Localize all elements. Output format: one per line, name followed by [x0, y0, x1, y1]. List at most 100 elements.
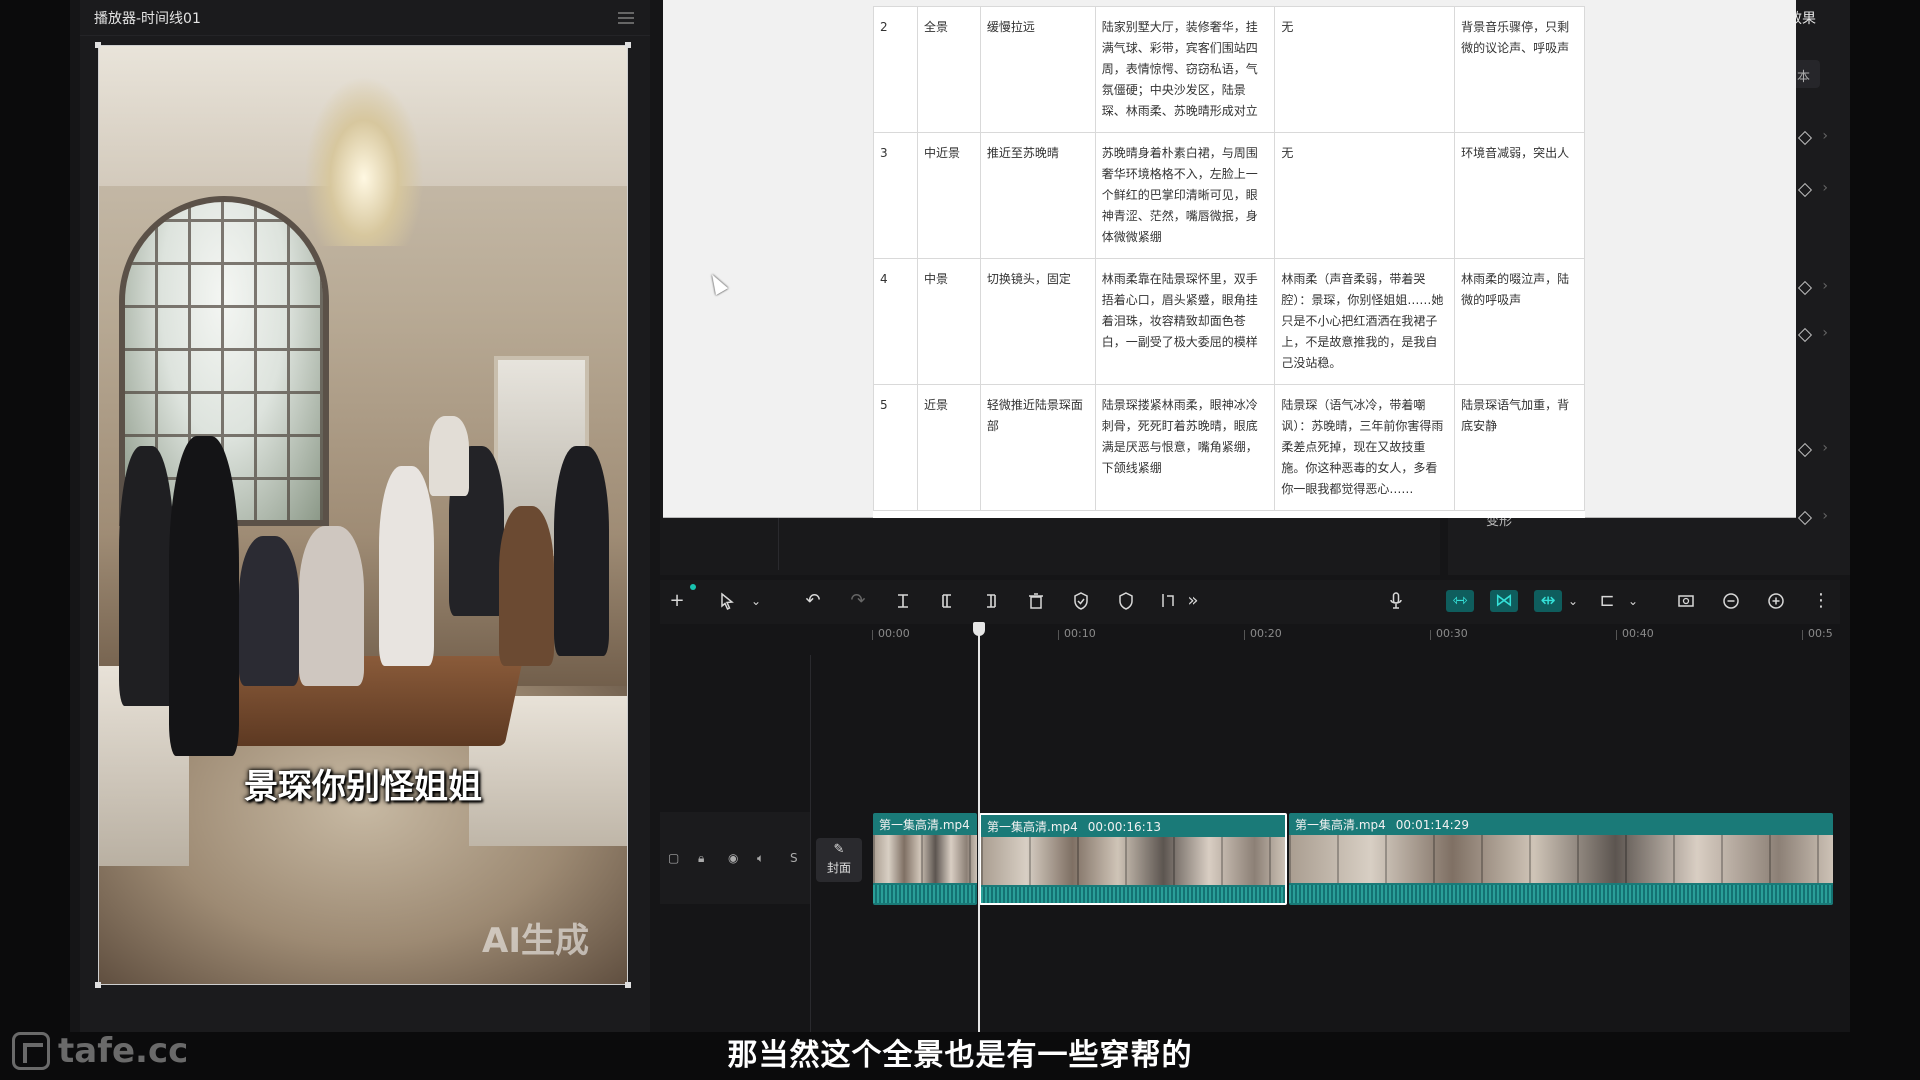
- keyframe-icon[interactable]: [1797, 280, 1813, 296]
- split-left-icon[interactable]: [936, 590, 958, 612]
- solo-button[interactable]: S: [790, 851, 798, 865]
- ruler-label: 00:30: [1436, 627, 1468, 640]
- shot-cell: 环境音减弱，突出人: [1454, 132, 1585, 259]
- chevron-down-icon[interactable]: ⌄: [745, 590, 767, 612]
- shot-cell: 4: [873, 258, 918, 385]
- microphone-icon[interactable]: [1385, 590, 1407, 612]
- shot-cell: 近景: [916, 384, 981, 511]
- shot-cell: 中近景: [916, 132, 981, 259]
- track-divider: [810, 655, 811, 1032]
- select-tool-icon[interactable]: [716, 590, 738, 612]
- chevron-down-icon[interactable]: ⌄: [1622, 590, 1644, 612]
- pencil-icon: ✎: [833, 842, 845, 857]
- cover-label: 封面: [826, 861, 851, 875]
- screenshot-icon[interactable]: [1675, 590, 1697, 612]
- shot-cell: 林雨柔的啜泣声，陆微的呼吸声: [1454, 258, 1585, 385]
- video-clip-selected[interactable]: 第一集高清.mp4 00:00:16:13: [979, 813, 1287, 905]
- shield-icon[interactable]: [1115, 590, 1137, 612]
- delete-icon[interactable]: [1025, 590, 1047, 612]
- redo-icon[interactable]: ↷: [847, 590, 869, 612]
- ruler-tick: [1244, 630, 1245, 640]
- linkage-icon[interactable]: ⋈: [1490, 590, 1518, 612]
- shot-cell: 背景音乐骤停，只剩微的议论声、呼吸声: [1454, 6, 1585, 133]
- video-frame: [99, 46, 627, 984]
- shot-cell: 3: [873, 132, 918, 259]
- clip-label: 第一集高清.mp4: [879, 818, 970, 832]
- zoom-in-icon[interactable]: [1765, 590, 1787, 612]
- crop-handle[interactable]: [625, 42, 631, 48]
- keyframe-icon[interactable]: [1797, 442, 1813, 458]
- document-window: 2 全景 缓慢拉远 陆家别墅大厅，装修奢华，挂满气球、彩带，宾客们围站四周，表情惊愕、…: [663, 0, 1796, 518]
- shot-cell: 中景: [916, 258, 981, 385]
- shot-cell: 5: [873, 384, 918, 511]
- chevron-right-icon[interactable]: ›: [1822, 278, 1828, 294]
- ruler-label: 00:40: [1622, 627, 1654, 640]
- clip-label: 第一集高清.mp4 00:01:14:29: [1295, 818, 1469, 832]
- keyframe-icon[interactable]: [1797, 510, 1813, 526]
- player-header: 播放器-时间线01: [80, 0, 650, 36]
- shot-cell: 陆家别墅大厅，装修奢华，挂满气球、彩带，宾客们围站四周，表情惊愕、窃窃私语，气氛…: [1094, 6, 1276, 133]
- eye-icon[interactable]: ◉: [728, 851, 738, 865]
- ruler-tick: [1616, 630, 1617, 640]
- video-clip[interactable]: 第一集高清.mp4: [873, 813, 977, 905]
- volume-icon[interactable]: 🔈︎: [757, 851, 764, 866]
- shot-cell: 推近至苏晚晴: [979, 132, 1096, 259]
- logo-icon: [12, 1032, 50, 1070]
- chevron-right-icon[interactable]: ›: [1822, 128, 1828, 144]
- shot-row: 3 中近景 推近至苏晚晴 苏晚晴身着朴素白裙，与周围奢华环境格格不入，左脸上一个鲜红的…: [873, 132, 1585, 259]
- undo-icon[interactable]: ↶: [802, 590, 824, 612]
- crop-handle[interactable]: [625, 982, 631, 988]
- shot-cell: 苏晚晴身着朴素白裙，与周围奢华环境格格不入，左脸上一个鲜红的巴掌印清晰可见，眼神…: [1094, 132, 1276, 259]
- shield-check-icon[interactable]: [1070, 590, 1092, 612]
- more-tools-icon[interactable]: »: [1182, 590, 1204, 612]
- track-link-icon[interactable]: ⊏: [1596, 590, 1618, 612]
- shot-list-document: 2 全景 缓慢拉远 陆家别墅大厅，装修奢华，挂满气球、彩带，宾客们围站四周，表情惊愕、…: [873, 6, 1585, 518]
- crop-handle[interactable]: [95, 42, 101, 48]
- menu-icon[interactable]: [618, 11, 634, 24]
- add-icon[interactable]: +: [666, 590, 688, 612]
- lock-icon[interactable]: 🔒︎: [698, 851, 704, 866]
- split-icon[interactable]: [892, 590, 914, 612]
- shot-cell: 林雨柔靠在陆景琛怀里，双手捂着心口，眉头紧蹙，眼角挂着泪珠，妆容精致却面色苍白，…: [1094, 258, 1276, 385]
- ruler-label: 00:00: [878, 627, 910, 640]
- split-right-icon[interactable]: [980, 590, 1002, 612]
- video-caption: 那当然这个全景也是有一些穿帮的: [727, 1038, 1193, 1073]
- chevron-down-icon[interactable]: ⌄: [1562, 590, 1584, 612]
- shot-row: 5 近景 轻微推近陆景琛面部 陆景琛搂紧林雨柔，眼神冰冷刺骨，死死盯着苏晚晴，眼底满是…: [873, 384, 1585, 511]
- shot-cell: 陆景琛（语气冰冷，带着嘲讽）：苏晚晴，三年前你害得雨柔差点死掉，现在又故技重施。…: [1274, 384, 1456, 511]
- shot-cell: 缓慢拉远: [979, 6, 1096, 133]
- status-dot: [690, 584, 696, 590]
- video-preview[interactable]: 景琛你别怪姐姐 AI生成: [98, 45, 628, 985]
- shot-cell: 轻微推近陆景琛面部: [979, 384, 1096, 511]
- brand-name: tafe.cc: [58, 1031, 189, 1071]
- player-panel: 播放器-时间线01 景琛你别怪姐姐 AI生成: [80, 0, 650, 1032]
- chevron-right-icon[interactable]: ›: [1822, 440, 1828, 456]
- zoom-out-icon[interactable]: [1720, 590, 1742, 612]
- shot-cell: 全景: [916, 6, 981, 133]
- video-subtitle: 景琛你别怪姐姐: [244, 767, 482, 807]
- shot-cell: 陆景琛语气加重，背底安静: [1454, 384, 1585, 511]
- ruler-label: 00:5: [1808, 627, 1833, 640]
- chevron-right-icon[interactable]: ›: [1822, 325, 1828, 341]
- track-toggle-icon[interactable]: ▢: [668, 851, 679, 865]
- keyframe-icon[interactable]: [1797, 327, 1813, 343]
- magnet-snap-icon[interactable]: ⇿: [1446, 590, 1474, 612]
- ruler-tick: [1430, 630, 1431, 640]
- crop-handle[interactable]: [95, 982, 101, 988]
- chevron-right-icon[interactable]: ›: [1822, 508, 1828, 524]
- crop-icon[interactable]: [1157, 590, 1179, 612]
- video-clip[interactable]: 第一集高清.mp4 00:01:14:29: [1289, 813, 1833, 905]
- ruler-tick: [1802, 630, 1803, 640]
- ai-watermark: AI生成: [482, 921, 589, 961]
- playhead[interactable]: [978, 622, 980, 1032]
- keyframe-icon[interactable]: [1797, 182, 1813, 198]
- player-title: 播放器-时间线01: [94, 10, 201, 27]
- ruler-label: 00:10: [1064, 627, 1096, 640]
- clip-label: 第一集高清.mp4 00:00:16:13: [987, 820, 1161, 834]
- preview-axis-icon[interactable]: ⇹: [1534, 590, 1562, 612]
- playhead-handle[interactable]: [973, 622, 985, 636]
- more-options-icon[interactable]: ⋮: [1810, 590, 1832, 612]
- cover-button[interactable]: ✎ 封面: [816, 838, 862, 882]
- chevron-right-icon[interactable]: ›: [1822, 180, 1828, 196]
- keyframe-icon[interactable]: [1797, 130, 1813, 146]
